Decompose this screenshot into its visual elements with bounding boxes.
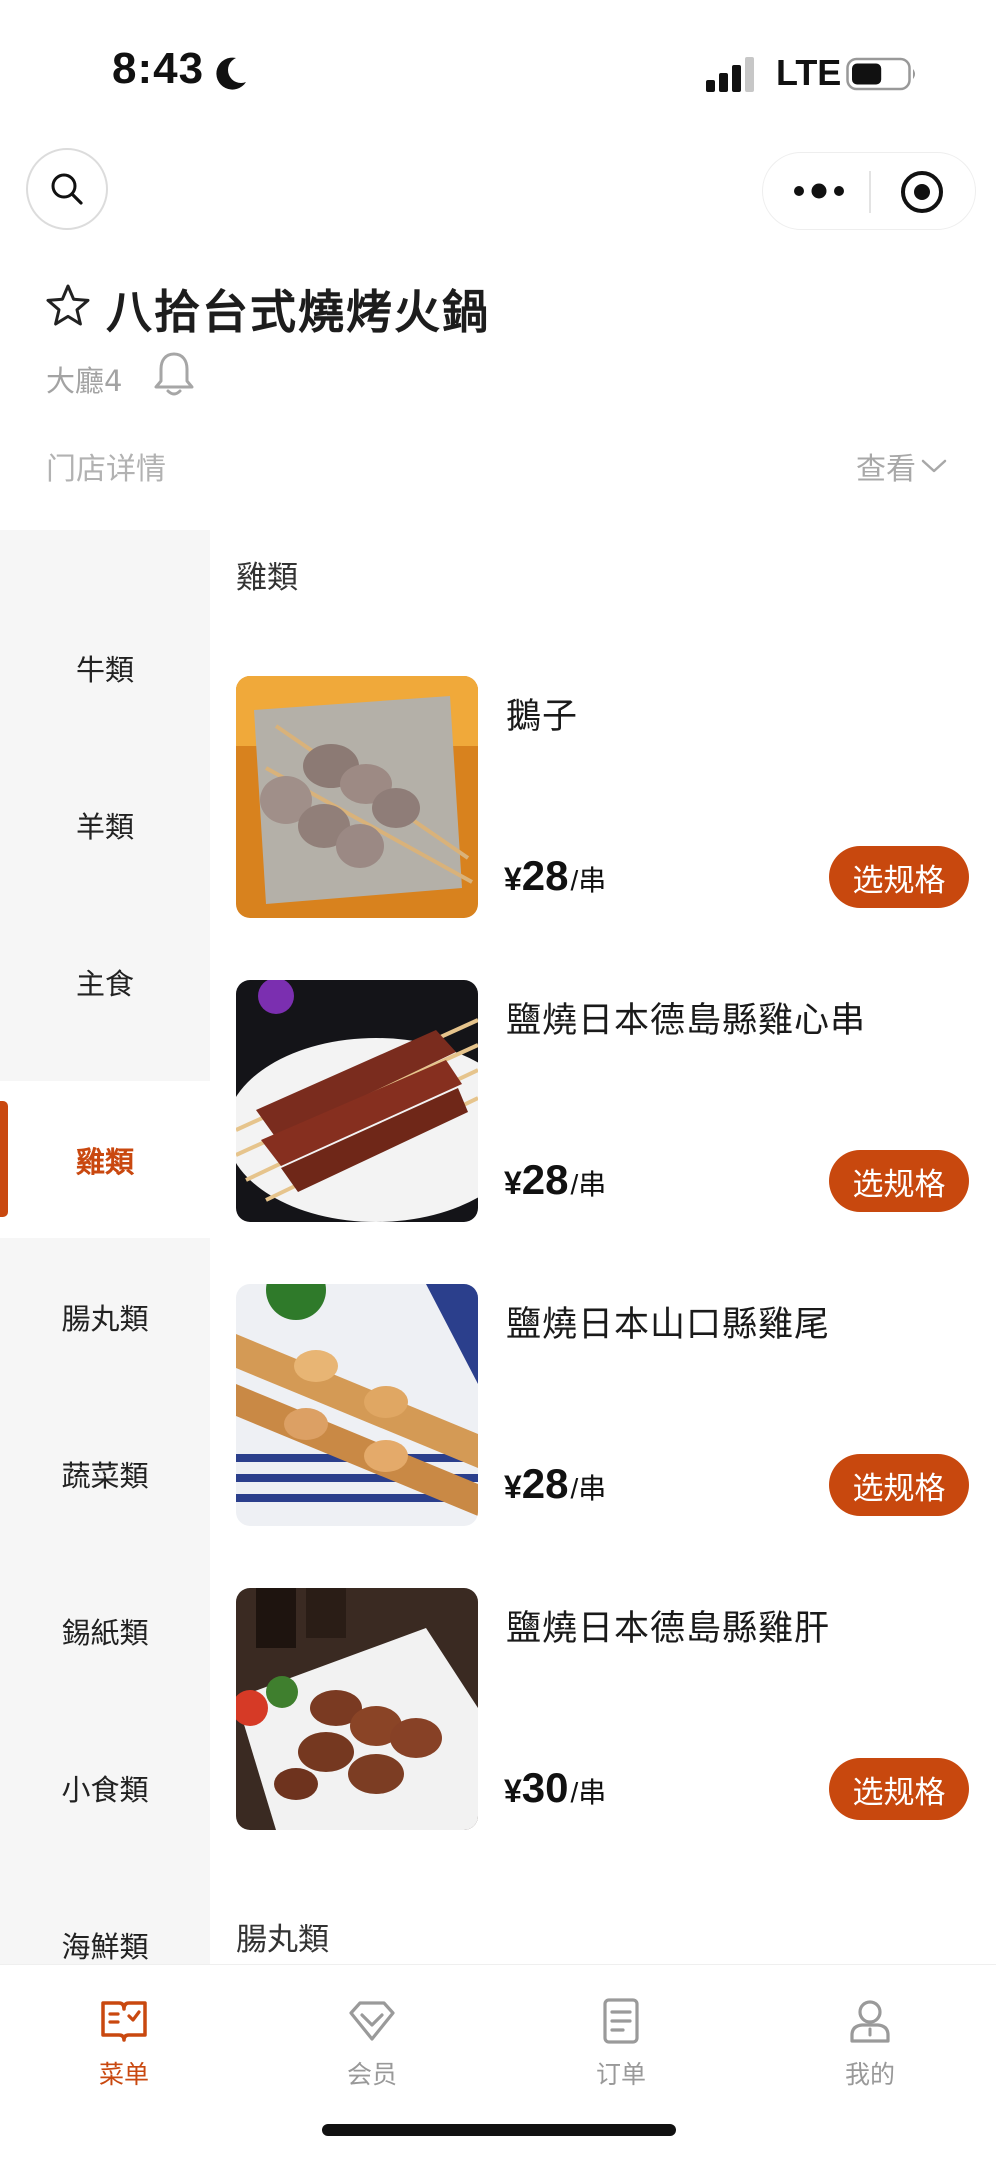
dish-image [236, 676, 478, 918]
category-seafood[interactable]: 海鮮類 [0, 1866, 210, 1964]
search-icon [51, 173, 83, 205]
section-title-chicken: 雞類 [236, 560, 298, 596]
price-value: 30 [521, 1764, 569, 1811]
profile-icon [850, 2000, 890, 2043]
category-staple[interactable]: 主食 [0, 903, 210, 1060]
capsule-divider [869, 171, 871, 213]
status-time: 8:43 [112, 44, 205, 93]
price-currency: ¥ [504, 1469, 522, 1505]
category-chicken[interactable]: 雞類 [0, 1081, 210, 1238]
category-lamb[interactable]: 羊類 [0, 746, 210, 903]
moon-icon [216, 57, 246, 90]
category-beef[interactable]: 牛類 [0, 589, 210, 746]
active-category-indicator [0, 1101, 8, 1217]
home-indicator [322, 2124, 676, 2136]
price-currency: ¥ [504, 1165, 522, 1201]
price-unit: /串 [570, 1777, 607, 1808]
dish-image [236, 980, 478, 1222]
dish-price: ¥ 28 /串 [504, 1460, 606, 1508]
dish-name: 鹽燒日本德島縣雞肝 [506, 1609, 831, 1649]
status-bar: 8:43 LTE [0, 0, 996, 140]
member-diamond-icon [349, 2001, 395, 2041]
category-sidebar[interactable]: 豬類 牛類 羊類 主食 雞類 腸丸類 蔬菜類 錫紙類 小食類 海鮮類 [0, 530, 210, 1964]
dish-image [236, 1588, 478, 1830]
store-name: 八拾台式燒烤火鍋 [106, 285, 490, 339]
bell-icon[interactable] [152, 350, 196, 398]
price-value: 28 [521, 852, 569, 899]
select-spec-button[interactable]: 选规格 [829, 1758, 969, 1820]
mini-program-capsule [762, 152, 976, 230]
price-currency: ¥ [504, 1773, 522, 1809]
dish-price: ¥ 28 /串 [504, 1156, 606, 1204]
tab-profile[interactable]: 我的 [800, 1995, 940, 2095]
network-label: LTE [776, 52, 842, 93]
price-unit: /串 [570, 865, 607, 896]
tab-label: 我的 [844, 2060, 895, 2089]
select-spec-button[interactable]: 选规格 [829, 846, 969, 908]
dish-price: ¥ 28 /串 [504, 852, 606, 900]
signal-icon [706, 57, 754, 92]
dish-image [236, 1284, 478, 1526]
order-list-icon [603, 1998, 639, 2044]
category-pork[interactable]: 豬類 [0, 530, 210, 579]
dish-item[interactable]: 鹽燒日本德島縣雞心串 ¥ 28 /串 选规格 [236, 980, 976, 1224]
more-icon[interactable] [789, 171, 849, 211]
dish-item[interactable]: 鵝子 ¥ 28 /串 选规格 [236, 676, 976, 920]
table-number: 大廳4 [46, 364, 123, 398]
view-label: 查看 [856, 452, 916, 487]
view-store-detail-link[interactable]: 查看 [856, 444, 948, 488]
search-button[interactable] [26, 148, 108, 230]
tab-orders[interactable]: 订单 [551, 1995, 691, 2095]
favorite-star-icon[interactable] [44, 282, 92, 330]
price-value: 28 [521, 1156, 569, 1203]
price-currency: ¥ [504, 861, 522, 897]
tab-label: 菜单 [98, 2060, 149, 2089]
chevron-down-icon [921, 459, 947, 473]
select-spec-button[interactable]: 选规格 [829, 1150, 969, 1212]
store-detail-label: 门店详情 [46, 452, 166, 487]
close-target-icon[interactable] [899, 169, 945, 215]
category-vegetables[interactable]: 蔬菜類 [0, 1395, 210, 1552]
menu-book-icon [101, 2001, 147, 2042]
category-snacks[interactable]: 小食類 [0, 1709, 210, 1866]
tab-member[interactable]: 会员 [302, 1995, 442, 2095]
price-value: 28 [521, 1460, 569, 1507]
dish-item[interactable]: 鹽燒日本山口縣雞尾 ¥ 28 /串 选规格 [236, 1284, 976, 1528]
battery-icon [846, 57, 915, 91]
tab-label: 订单 [595, 2060, 646, 2089]
tab-label: 会员 [346, 2060, 397, 2089]
category-sausage-balls[interactable]: 腸丸類 [0, 1238, 210, 1395]
dish-item[interactable]: 鹽燒日本德島縣雞肝 ¥ 30 /串 选规格 [236, 1588, 976, 1832]
dish-name: 鹽燒日本德島縣雞心串 [506, 1001, 867, 1041]
dish-name: 鵝子 [506, 697, 579, 737]
select-spec-button[interactable]: 选规格 [829, 1454, 969, 1516]
category-foil[interactable]: 錫紙類 [0, 1552, 210, 1709]
dish-price: ¥ 30 /串 [504, 1764, 606, 1812]
section-title-sausage-balls: 腸丸類 [236, 1922, 329, 1958]
dish-name: 鹽燒日本山口縣雞尾 [506, 1305, 831, 1345]
price-unit: /串 [570, 1169, 607, 1200]
tab-menu[interactable]: 菜单 [54, 1995, 194, 2095]
price-unit: /串 [570, 1473, 607, 1504]
